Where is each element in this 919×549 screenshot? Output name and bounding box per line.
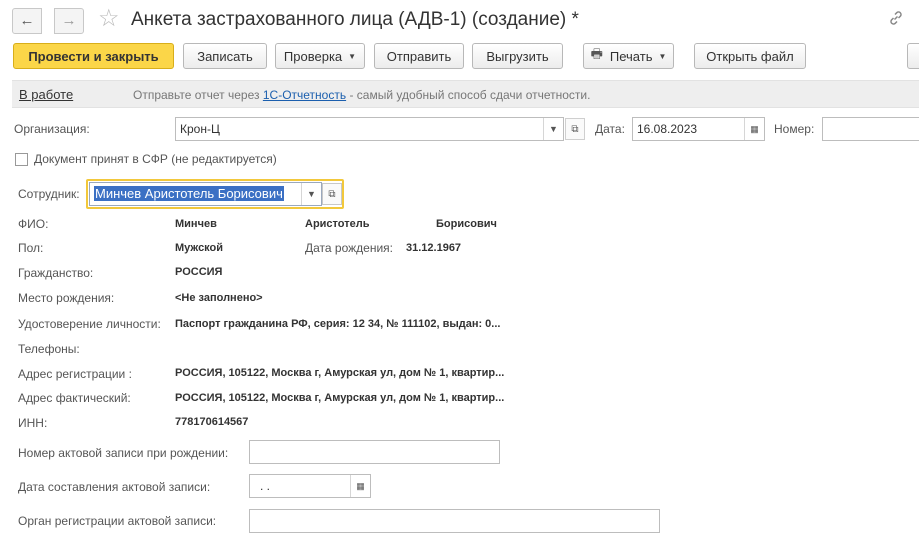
reporting-service-link[interactable]: 1С-Отчетность xyxy=(263,88,346,102)
number-field[interactable] xyxy=(822,117,919,141)
open-file-label: Открыть файл xyxy=(706,48,794,64)
date-value: 16.08.2023 xyxy=(637,122,698,136)
first-name-value: Аристотель xyxy=(305,218,370,230)
check-dropdown-button[interactable]: Проверка ▼ xyxy=(275,43,365,69)
actual-address-value[interactable]: РОССИЯ, 105122, Москва г, Амурская ул, д… xyxy=(175,392,504,404)
inn-label: ИНН: xyxy=(18,416,48,430)
fio-label: ФИО: xyxy=(18,217,49,231)
employee-field[interactable]: Минчев Аристотель Борисович ▼ xyxy=(89,182,322,206)
registration-authority-field[interactable] xyxy=(249,509,660,533)
post-and-close-button[interactable]: Провести и закрыть xyxy=(13,43,174,69)
inn-value: 778170614567 xyxy=(175,416,249,428)
send-label: Отправить xyxy=(386,48,452,64)
organization-value: Крон-Ц xyxy=(180,122,220,136)
employee-selected-text: Минчев Аристотель Борисович xyxy=(94,186,284,201)
info-bar: В работе Отправьте отчет через 1С-Отчетн… xyxy=(12,80,919,108)
favorite-star-icon[interactable]: ☆ xyxy=(98,5,120,33)
printer-icon: 🖶 xyxy=(590,46,603,61)
save-button[interactable]: Записать xyxy=(183,43,267,69)
info-message-prefix: Отправьте отчет через xyxy=(133,88,260,102)
birth-record-date-value: . . xyxy=(260,479,271,493)
export-button[interactable]: Выгрузить xyxy=(472,43,563,69)
employee-value: Минчев Аристотель Борисович xyxy=(94,186,284,201)
date-label: Дата: xyxy=(595,122,625,136)
phones-label: Телефоны: xyxy=(18,342,80,356)
print-dropdown-button[interactable]: 🖶 Печать ▼ xyxy=(583,43,674,69)
birth-record-number-label: Номер актовой записи при рождении: xyxy=(18,446,229,460)
actual-address-label: Адрес фактический: xyxy=(18,391,131,405)
calendar-icon[interactable]: ▦ xyxy=(350,475,370,497)
id-document-value[interactable]: Паспорт гражданина РФ, серия: 12 34, № 1… xyxy=(175,318,500,330)
page-title: Анкета застрахованного лица (АДВ-1) (соз… xyxy=(131,9,579,30)
birthdate-label: Дата рождения: xyxy=(305,241,393,255)
open-file-button[interactable]: Открыть файл xyxy=(694,43,806,69)
id-document-label: Удостоверение личности: xyxy=(18,317,161,331)
check-label: Проверка xyxy=(283,48,343,64)
registration-authority-label: Орган регистрации актовой записи: xyxy=(18,514,217,528)
employee-label: Сотрудник: xyxy=(18,187,80,201)
open-organization-icon[interactable]: ⧉ xyxy=(565,118,585,140)
patronymic-value: Борисович xyxy=(436,218,497,230)
print-label: Печать xyxy=(609,48,653,64)
status-link[interactable]: В работе xyxy=(19,87,73,102)
registration-address-label: Адрес регистрации : xyxy=(18,367,132,381)
registration-address-value[interactable]: РОССИЯ, 105122, Москва г, Амурская ул, д… xyxy=(175,367,504,379)
open-employee-icon[interactable]: ⧉ xyxy=(322,183,342,205)
back-arrow-icon[interactable]: ← xyxy=(12,8,42,34)
info-message-suffix: - самый удобный способ сдачи отчетности. xyxy=(349,88,591,102)
birth-record-number-field[interactable] xyxy=(249,440,500,464)
birth-record-date-label: Дата составления актовой записи: xyxy=(18,480,211,494)
sfr-accepted-checkbox[interactable] xyxy=(15,153,28,166)
date-field[interactable]: 16.08.2023 ▦ xyxy=(632,117,765,141)
birth-record-date-field[interactable]: . . ▦ xyxy=(249,474,371,498)
export-label: Выгрузить xyxy=(486,48,549,64)
last-name-value: Минчев xyxy=(175,218,217,230)
organization-label: Организация: xyxy=(14,122,90,136)
save-label: Записать xyxy=(197,48,253,64)
chevron-down-icon[interactable]: ▼ xyxy=(301,183,321,205)
more-actions-button[interactable] xyxy=(907,43,919,69)
post-and-close-label: Провести и закрыть xyxy=(28,48,159,64)
citizenship-label: Гражданство: xyxy=(18,266,94,280)
chevron-down-icon: ▼ xyxy=(348,51,357,61)
birthdate-value: 31.12.1967 xyxy=(406,242,462,254)
chevron-down-icon: ▼ xyxy=(658,51,667,61)
organization-field[interactable]: Крон-Ц ▼ xyxy=(175,117,564,141)
sfr-accepted-label: Документ принят в СФР (не редактируется) xyxy=(34,152,277,166)
forward-arrow-icon[interactable]: → xyxy=(54,8,84,34)
calendar-icon[interactable]: ▦ xyxy=(744,118,764,140)
citizenship-value: РОССИЯ xyxy=(175,266,223,278)
info-message: Отправьте отчет через 1С-Отчетность - са… xyxy=(133,88,590,102)
title-bar: ← → ☆ Анкета застрахованного лица (АДВ-1… xyxy=(0,0,919,40)
gender-label: Пол: xyxy=(18,241,44,255)
link-chain-icon xyxy=(890,11,902,25)
birthplace-label: Место рождения: xyxy=(18,291,115,305)
send-button[interactable]: Отправить xyxy=(374,43,464,69)
chevron-down-icon[interactable]: ▼ xyxy=(543,118,563,140)
birthplace-value[interactable]: <Не заполнено> xyxy=(175,292,263,304)
number-label: Номер: xyxy=(774,122,815,136)
gender-value: Мужской xyxy=(175,242,224,254)
link-icon[interactable] xyxy=(888,10,904,31)
